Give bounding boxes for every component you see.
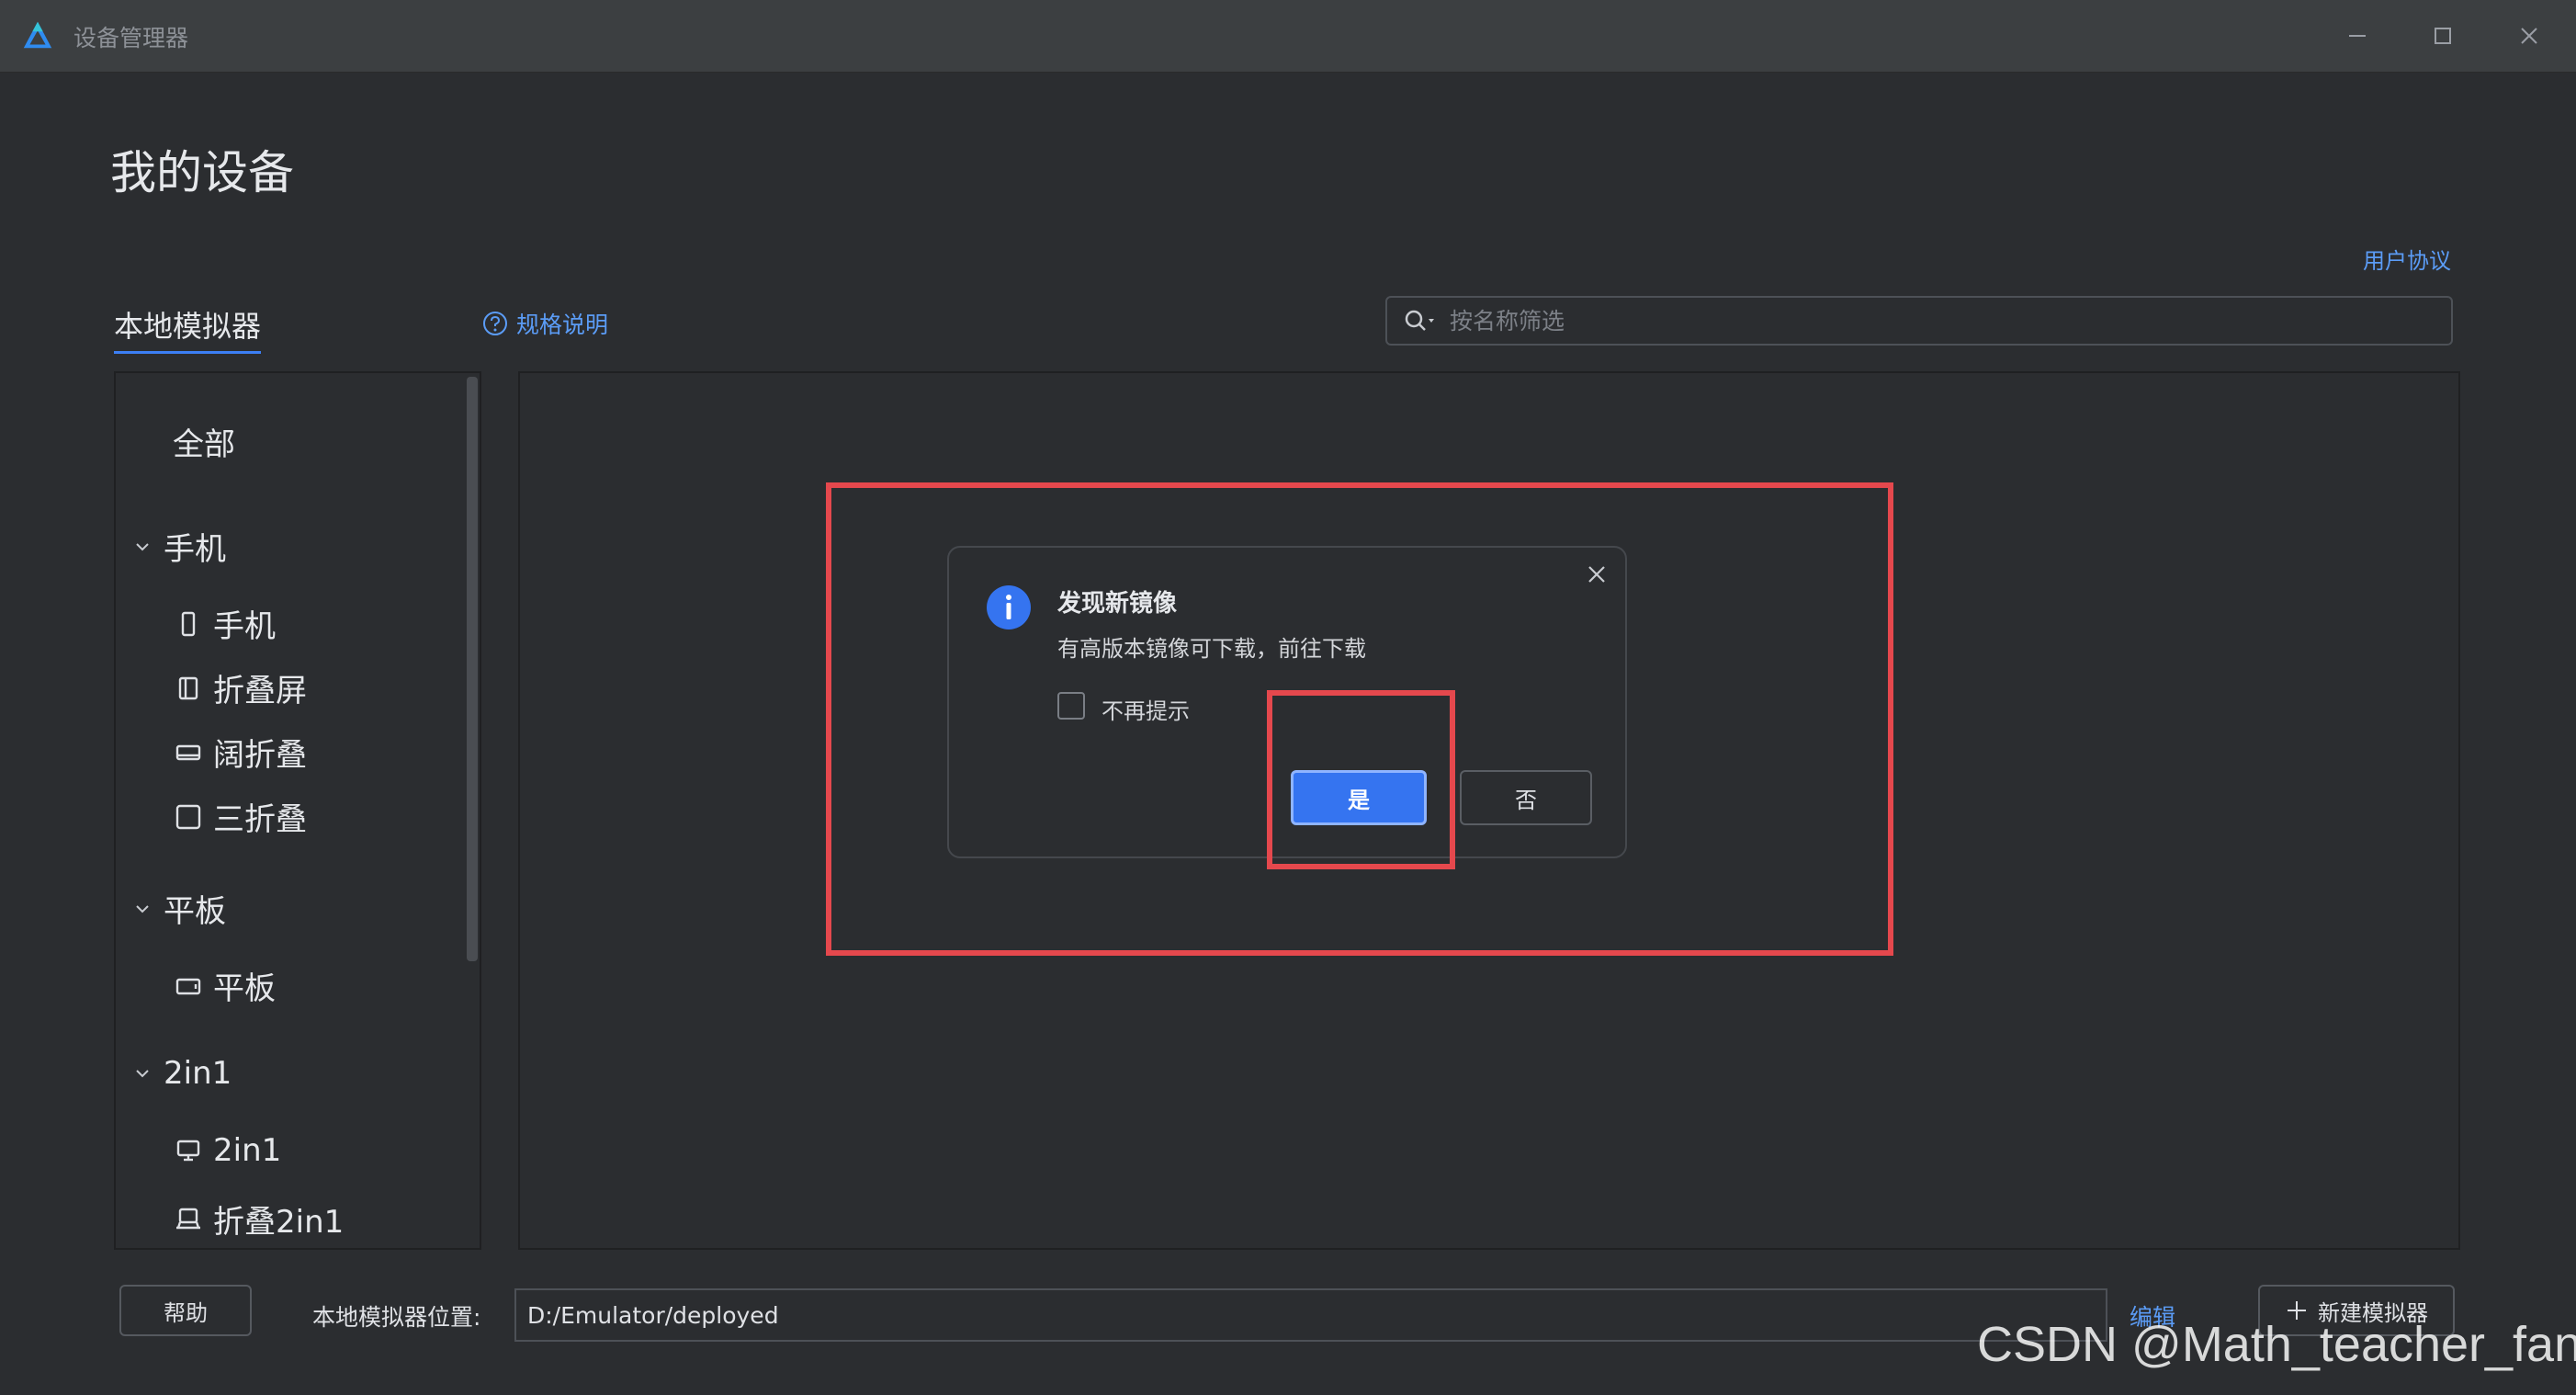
help-circle-icon <box>483 312 507 335</box>
spec-link-label: 规格说明 <box>516 312 609 338</box>
help-button[interactable]: 帮助 <box>119 1285 252 1336</box>
search-icon <box>1405 310 1434 331</box>
watermark: CSDN @Math_teacher_fan <box>1977 1317 2576 1372</box>
minimize-button[interactable] <box>2336 15 2378 57</box>
sidebar-group-label: 手机 <box>164 531 226 568</box>
sidebar-item-tablet[interactable]: 平板 <box>175 963 276 1008</box>
sidebar-item-phone[interactable]: 手机 <box>175 601 276 646</box>
tab-local-emulator[interactable]: 本地模拟器 <box>114 303 262 354</box>
user-agreement-link[interactable]: 用户协议 <box>2363 243 2451 275</box>
sidebar-group-phone[interactable]: 手机 <box>132 524 226 569</box>
sidebar-item-foldable[interactable]: 折叠屏 <box>175 665 307 710</box>
phone-icon <box>181 611 196 636</box>
spec-description-link[interactable]: 规格说明 <box>481 307 608 340</box>
chevron-down-icon <box>136 1070 149 1078</box>
search-input[interactable] <box>1448 306 2451 335</box>
page-title: 我的设备 <box>110 146 294 199</box>
emulator-path-input[interactable] <box>514 1288 2107 1342</box>
sidebar-item-label: 折叠2in1 <box>213 1204 345 1241</box>
minimize-icon <box>2349 35 2366 37</box>
sidebar-group-label: 2in1 <box>164 1055 232 1092</box>
app-logo-icon <box>23 21 52 49</box>
window-title: 设备管理器 <box>73 25 189 51</box>
foldable-icon <box>178 676 198 699</box>
highlight-box-yes <box>1267 690 1455 869</box>
laptop-icon <box>176 1140 200 1162</box>
sidebar-item-fold-2in1[interactable]: 折叠2in1 <box>175 1197 344 1242</box>
sidebar-item-label: 手机 <box>213 608 276 645</box>
sidebar-scrollbar[interactable] <box>467 377 478 961</box>
device-category-sidebar: 全部 手机 手机 折叠屏 阔折叠 三折叠 平板 平板 2in1 2in1 折叠2… <box>114 371 481 1250</box>
maximize-icon <box>2435 28 2451 44</box>
sidebar-item-label: 全部 <box>173 426 235 463</box>
sidebar-item-label: 折叠屏 <box>213 673 307 709</box>
sidebar-item-label: 阔折叠 <box>213 737 307 774</box>
tablet-icon <box>175 978 201 994</box>
tri-fold-icon <box>175 804 201 829</box>
sidebar-item-label: 2in1 <box>213 1132 282 1169</box>
sidebar-item-label: 平板 <box>213 970 276 1007</box>
sidebar-item-label: 三折叠 <box>213 801 307 838</box>
chevron-down-icon <box>136 904 149 913</box>
close-window-button[interactable] <box>2508 15 2550 57</box>
search-box[interactable] <box>1385 296 2453 346</box>
emulator-path-label: 本地模拟器位置: <box>312 1304 481 1331</box>
sidebar-item-wide-fold[interactable]: 阔折叠 <box>175 730 307 775</box>
sidebar-item-all[interactable]: 全部 <box>173 419 235 464</box>
close-icon <box>2521 28 2537 44</box>
sidebar-group-label: 平板 <box>164 893 226 930</box>
chevron-down-icon <box>136 542 149 550</box>
sidebar-item-tri-fold[interactable]: 三折叠 <box>175 794 307 839</box>
title-bar: 设备管理器 <box>0 0 2576 73</box>
wide-fold-icon <box>175 744 201 760</box>
sidebar-group-tablet[interactable]: 平板 <box>132 886 226 931</box>
maximize-button[interactable] <box>2422 15 2464 57</box>
fold-laptop-icon <box>176 1208 200 1229</box>
sidebar-item-2in1[interactable]: 2in1 <box>175 1132 281 1169</box>
sidebar-group-2in1[interactable]: 2in1 <box>132 1055 232 1092</box>
